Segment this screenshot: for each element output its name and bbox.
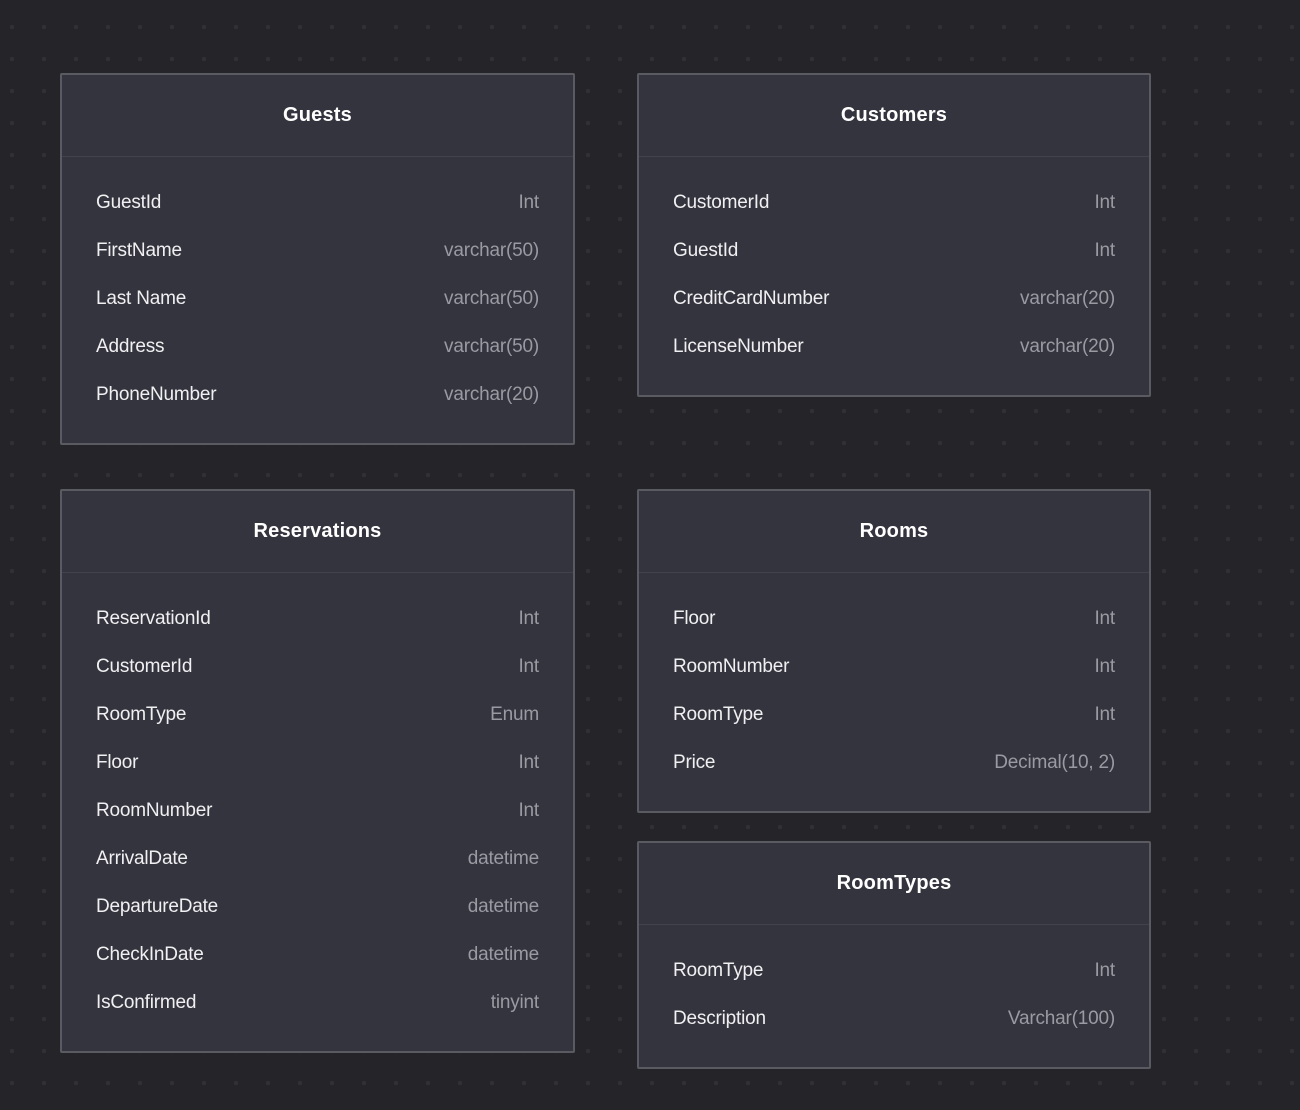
table-field-row[interactable]: CreditCardNumber varchar(20) <box>673 275 1115 323</box>
table-title: Guests <box>283 104 352 127</box>
field-type: Int <box>1094 704 1115 726</box>
table-field-list: GuestId Int FirstName varchar(50) Last N… <box>62 157 573 443</box>
table-field-row[interactable]: GuestId Int <box>96 179 539 227</box>
field-name: RoomType <box>96 704 186 726</box>
field-name: GuestId <box>673 240 738 262</box>
table-field-row[interactable]: Floor Int <box>96 739 539 787</box>
field-name: CreditCardNumber <box>673 288 829 310</box>
table-field-row[interactable]: RoomNumber Int <box>673 643 1115 691</box>
field-type: varchar(20) <box>444 384 539 406</box>
table-field-list: CustomerId Int GuestId Int CreditCardNum… <box>639 157 1149 395</box>
table-field-row[interactable]: CheckInDate datetime <box>96 931 539 979</box>
table-field-row[interactable]: RoomType Enum <box>96 691 539 739</box>
table-field-row[interactable]: Price Decimal(10, 2) <box>673 739 1115 787</box>
field-type: Int <box>1094 240 1115 262</box>
field-name: LicenseNumber <box>673 336 803 358</box>
table-header[interactable]: Guests <box>62 75 573 157</box>
field-type: Int <box>1094 656 1115 678</box>
field-type: Int <box>518 752 539 774</box>
table-field-row[interactable]: Last Name varchar(50) <box>96 275 539 323</box>
table-field-row[interactable]: Floor Int <box>673 595 1115 643</box>
table-header[interactable]: RoomTypes <box>639 843 1149 925</box>
table-title: Reservations <box>253 520 381 543</box>
table-field-row[interactable]: PhoneNumber varchar(20) <box>96 371 539 419</box>
field-name: CustomerId <box>673 192 769 214</box>
table-node-guests[interactable]: Guests GuestId Int FirstName varchar(50)… <box>60 73 575 445</box>
field-type: Int <box>518 656 539 678</box>
field-name: Last Name <box>96 288 186 310</box>
table-field-row[interactable]: GuestId Int <box>673 227 1115 275</box>
diagram-canvas[interactable]: Guests GuestId Int FirstName varchar(50)… <box>0 0 1300 1110</box>
table-node-rooms[interactable]: Rooms Floor Int RoomNumber Int RoomType … <box>637 489 1151 813</box>
table-field-row[interactable]: CustomerId Int <box>96 643 539 691</box>
field-type: datetime <box>468 896 539 918</box>
table-field-list: Floor Int RoomNumber Int RoomType Int Pr… <box>639 573 1149 811</box>
field-type: datetime <box>468 848 539 870</box>
table-field-row[interactable]: RoomType Int <box>673 947 1115 995</box>
field-type: Varchar(100) <box>1008 1008 1115 1030</box>
field-name: ArrivalDate <box>96 848 188 870</box>
table-field-list: ReservationId Int CustomerId Int RoomTyp… <box>62 573 573 1051</box>
table-field-row[interactable]: ReservationId Int <box>96 595 539 643</box>
field-name: Floor <box>96 752 138 774</box>
field-name: Address <box>96 336 164 358</box>
table-node-roomtypes[interactable]: RoomTypes RoomType Int Description Varch… <box>637 841 1151 1069</box>
field-type: Int <box>1094 192 1115 214</box>
table-node-customers[interactable]: Customers CustomerId Int GuestId Int Cre… <box>637 73 1151 397</box>
table-title: Customers <box>841 104 947 127</box>
field-name: RoomType <box>673 960 763 982</box>
field-type: Int <box>1094 960 1115 982</box>
field-type: Int <box>518 608 539 630</box>
field-name: DepartureDate <box>96 896 218 918</box>
table-field-row[interactable]: DepartureDate datetime <box>96 883 539 931</box>
field-name: Price <box>673 752 715 774</box>
field-name: PhoneNumber <box>96 384 216 406</box>
field-name: GuestId <box>96 192 161 214</box>
field-type: tinyint <box>491 992 539 1014</box>
field-type: varchar(20) <box>1020 336 1115 358</box>
table-title: RoomTypes <box>837 872 952 895</box>
field-type: varchar(50) <box>444 336 539 358</box>
field-type: varchar(50) <box>444 240 539 262</box>
field-type: Int <box>518 192 539 214</box>
field-name: CheckInDate <box>96 944 204 966</box>
table-field-row[interactable]: FirstName varchar(50) <box>96 227 539 275</box>
table-field-row[interactable]: RoomNumber Int <box>96 787 539 835</box>
table-field-row[interactable]: CustomerId Int <box>673 179 1115 227</box>
field-name: RoomNumber <box>96 800 212 822</box>
field-type: varchar(20) <box>1020 288 1115 310</box>
table-field-row[interactable]: IsConfirmed tinyint <box>96 979 539 1027</box>
table-field-row[interactable]: ArrivalDate datetime <box>96 835 539 883</box>
field-type: Int <box>1094 608 1115 630</box>
field-type: Decimal(10, 2) <box>994 752 1115 774</box>
table-node-reservations[interactable]: Reservations ReservationId Int CustomerI… <box>60 489 575 1053</box>
field-type: datetime <box>468 944 539 966</box>
field-name: Description <box>673 1008 766 1030</box>
field-name: RoomNumber <box>673 656 789 678</box>
table-field-row[interactable]: Address varchar(50) <box>96 323 539 371</box>
table-field-row[interactable]: RoomType Int <box>673 691 1115 739</box>
field-type: Int <box>518 800 539 822</box>
field-name: ReservationId <box>96 608 211 630</box>
table-header[interactable]: Customers <box>639 75 1149 157</box>
table-header[interactable]: Rooms <box>639 491 1149 573</box>
table-field-row[interactable]: LicenseNumber varchar(20) <box>673 323 1115 371</box>
field-type: Enum <box>490 704 539 726</box>
table-field-list: RoomType Int Description Varchar(100) <box>639 925 1149 1067</box>
table-header[interactable]: Reservations <box>62 491 573 573</box>
field-name: RoomType <box>673 704 763 726</box>
table-field-row[interactable]: Description Varchar(100) <box>673 995 1115 1043</box>
field-name: IsConfirmed <box>96 992 196 1014</box>
field-name: Floor <box>673 608 715 630</box>
field-type: varchar(50) <box>444 288 539 310</box>
field-name: FirstName <box>96 240 182 262</box>
table-title: Rooms <box>860 520 929 543</box>
field-name: CustomerId <box>96 656 192 678</box>
